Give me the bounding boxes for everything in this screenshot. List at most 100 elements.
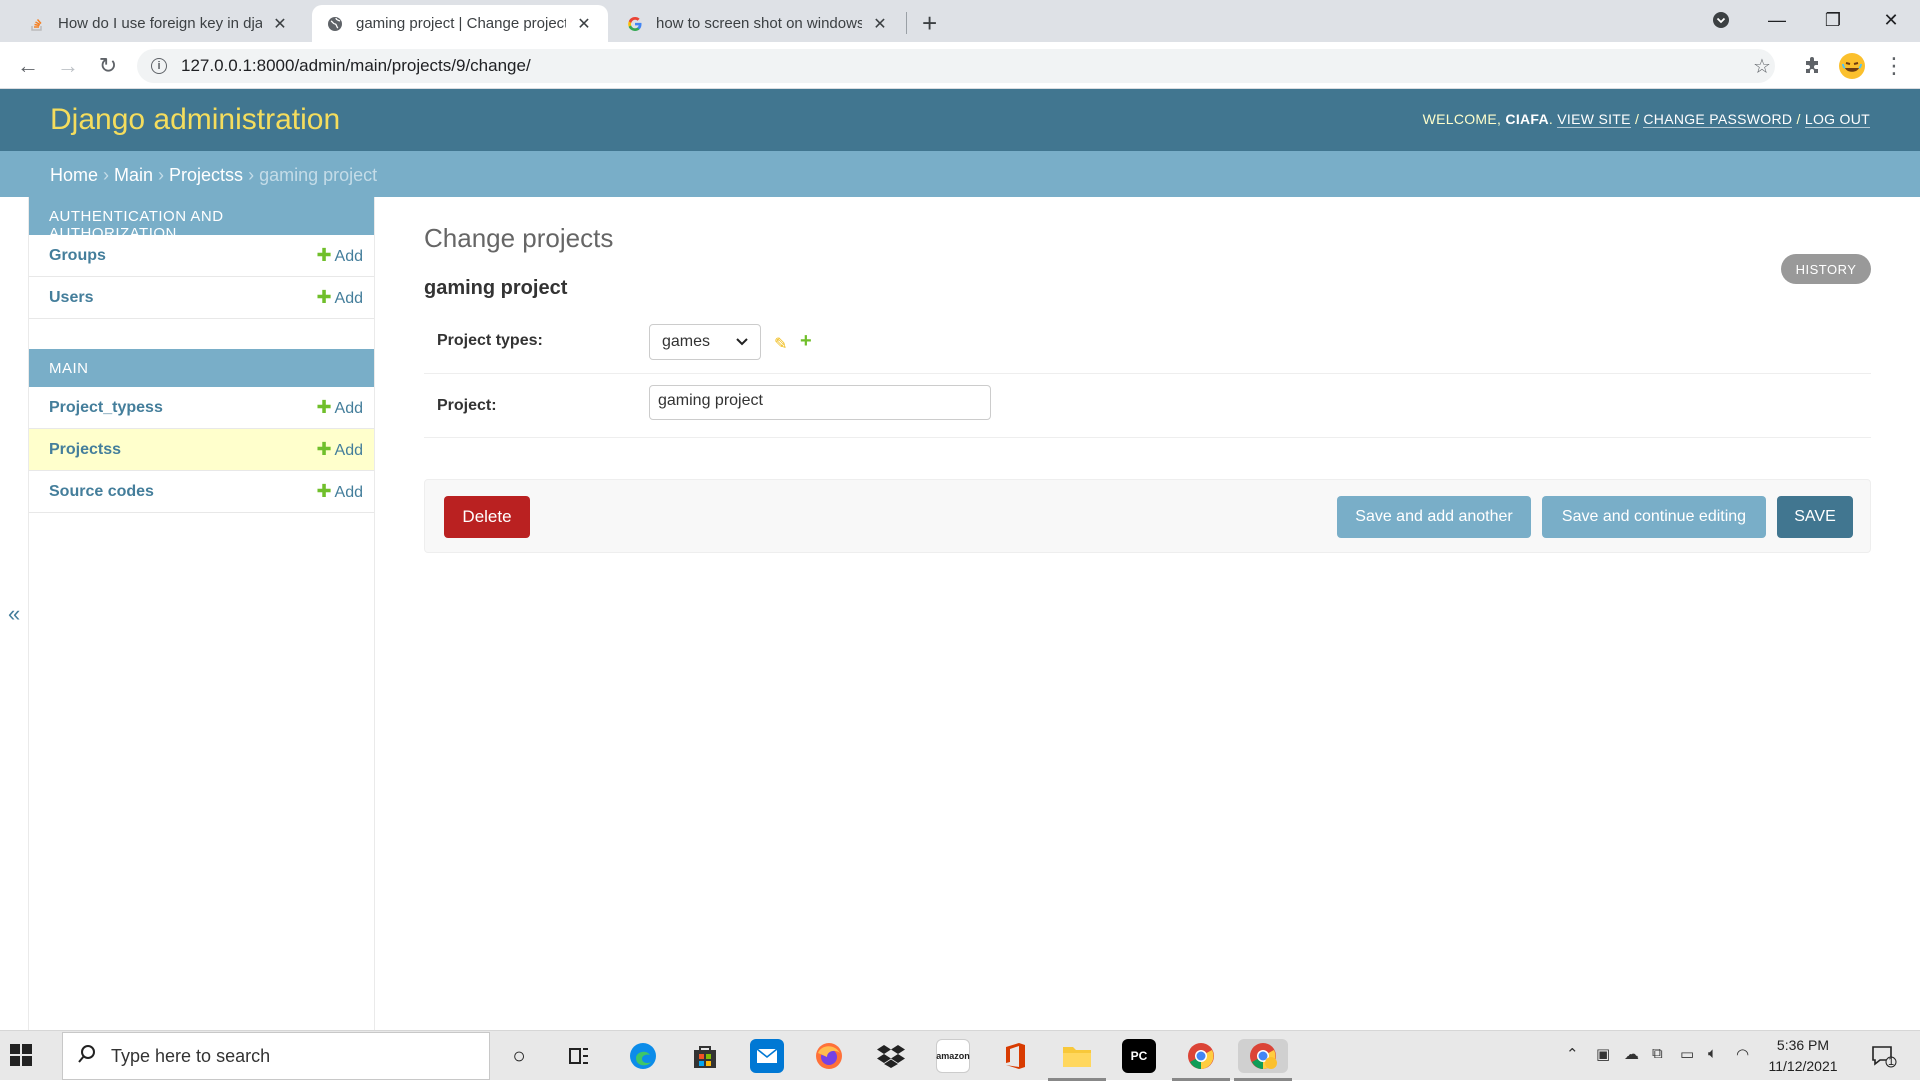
sidebar-item-label[interactable]: Projectss [49,441,121,459]
task-view-icon[interactable] [562,1039,596,1073]
close-tab-icon[interactable]: ✕ [870,14,890,34]
browser-tab[interactable]: how to screen shot on windows - ✕ [612,5,904,42]
file-explorer-icon[interactable] [1060,1039,1094,1073]
add-groups-link[interactable]: ✚ Add [316,245,363,266]
username: CIAFA [1505,111,1549,127]
close-tab-icon[interactable]: ✕ [270,14,290,34]
site-info-icon[interactable]: i [151,58,167,74]
sidebar-item-project-typess[interactable]: Project_typess ✚ Add [29,387,374,429]
chrome-profile-icon[interactable] [1238,1039,1288,1073]
meet-now-icon[interactable]: ▣ [1596,1045,1610,1063]
delete-button[interactable]: Delete [444,496,530,538]
sidebar-item-source-codes[interactable]: Source codes ✚ Add [29,471,374,513]
save-button[interactable]: SAVE [1777,496,1853,538]
clock-time: 5:36 PM [1776,1037,1830,1053]
sidebar-item-label[interactable]: Groups [49,247,106,265]
project-input[interactable]: gaming project [649,385,991,420]
chrome-icon[interactable] [1184,1039,1218,1073]
restore-icon[interactable]: ❐ [1810,0,1856,40]
new-tab-icon[interactable]: + [922,8,937,39]
add-project-typess-link[interactable]: ✚ Add [316,397,363,418]
back-icon[interactable]: ← [14,52,42,80]
welcome-text: WELCOME, [1422,111,1506,127]
plus-icon: ✚ [316,397,332,417]
show-hidden-icons[interactable]: ⌃ [1566,1045,1579,1063]
network-status-icon[interactable]: ⧉ [1652,1045,1663,1062]
sidebar-item-projectss[interactable]: Projectss ✚ Add [29,429,374,471]
store-icon[interactable] [688,1039,722,1073]
firefox-icon[interactable] [812,1039,846,1073]
sidebar-item-label[interactable]: Source codes [49,483,154,501]
sidebar-item-users[interactable]: Users ✚ Add [29,277,374,319]
save-and-add-another-button[interactable]: Save and add another [1337,496,1531,538]
office-icon[interactable] [998,1039,1032,1073]
battery-icon[interactable]: ▭ [1680,1045,1694,1063]
add-related-plus-icon[interactable]: + [800,330,812,353]
add-users-link[interactable]: ✚ Add [316,287,363,308]
add-projectss-link[interactable]: ✚ Add [316,439,363,460]
module-caption-auth[interactable]: AUTHENTICATION AND AUTHORIZATION [29,197,374,242]
nav-sidebar: AUTHENTICATION AND AUTHORIZATION Groups … [29,197,375,1030]
reload-icon[interactable]: ↻ [94,52,122,80]
module-spacer [29,319,374,349]
notifications-icon[interactable]: 1 [1864,1039,1904,1073]
object-title: gaming project [424,277,568,299]
taskbar-search-box[interactable]: Type here to search [62,1032,490,1080]
tab-search-icon[interactable] [1698,0,1744,40]
log-out-link[interactable]: LOG OUT [1804,111,1870,128]
browser-tab-active[interactable]: gaming project | Change projects ✕ [312,5,608,42]
close-window-icon[interactable]: ✕ [1868,0,1914,40]
address-bar[interactable]: i 127.0.0.1:8000/admin/main/projects/9/c… [137,49,1775,83]
selected-option: games [662,333,711,350]
globe-icon [326,15,344,33]
breadcrumb-main[interactable]: Main [114,165,153,185]
breadcrumb-home[interactable]: Home [50,165,98,185]
view-site-link[interactable]: VIEW SITE [1557,111,1631,128]
volume-icon[interactable]: 🔈︎ [1708,1045,1717,1062]
mail-icon[interactable] [750,1039,784,1073]
edge-icon[interactable] [626,1039,660,1073]
user-tools: WELCOME, CIAFA. VIEW SITE / CHANGE PASSW… [1422,111,1870,128]
browser-tab[interactable]: How do I use foreign key in djang ✕ [14,5,304,42]
wifi-icon[interactable]: ◠ [1736,1045,1749,1063]
notification-count: 1 [1888,1056,1895,1068]
cortana-icon[interactable]: ○ [502,1039,536,1073]
add-source-codes-link[interactable]: ✚ Add [316,481,363,502]
extensions-icon[interactable] [1798,52,1826,80]
history-button[interactable]: HISTORY [1781,254,1871,284]
breadcrumb-projectss[interactable]: Projectss [169,165,243,185]
sidebar-item-label[interactable]: Users [49,289,93,307]
onedrive-icon[interactable]: ☁ [1624,1045,1639,1063]
project-types-select[interactable]: games [649,324,761,360]
site-branding[interactable]: Django administration [50,103,340,137]
plus-icon: ✚ [316,439,332,459]
project-label: Project: [437,397,497,414]
profile-avatar[interactable] [1838,52,1866,80]
dropbox-icon[interactable] [874,1039,908,1073]
pycharm-icon[interactable]: PC [1122,1039,1156,1073]
collapse-sidebar-icon[interactable]: « [8,601,20,627]
windows-start-icon[interactable] [10,1044,32,1071]
sidebar-item-label[interactable]: Project_typess [49,399,163,417]
amazon-icon[interactable]: amazon [936,1039,970,1073]
bookmark-star-icon[interactable]: ☆ [1748,52,1776,80]
menu-kebab-icon[interactable]: ⋮ [1880,52,1908,80]
edit-pencil-icon[interactable]: ✎ [774,334,787,354]
breadcrumb: Home › Main › Projectss › gaming project [0,151,1920,197]
module-caption-main[interactable]: MAIN [29,349,374,387]
form-row-project: Project: gaming project [424,374,1871,438]
chevron-down-icon [736,333,748,351]
save-and-continue-button[interactable]: Save and continue editing [1542,496,1766,538]
clock-date: 11/12/2021 [1768,1058,1838,1074]
browser-toolbar: ← → ↻ i 127.0.0.1:8000/admin/main/projec… [0,42,1920,89]
close-tab-icon[interactable]: ✕ [574,14,594,34]
tab-separator [906,12,907,34]
taskbar-clock[interactable]: 5:36 PM 11/12/2021 [1760,1035,1846,1077]
search-icon [77,1044,97,1069]
forward-icon[interactable]: → [54,52,82,80]
minimize-icon[interactable]: — [1754,0,1800,40]
url-text: 127.0.0.1:8000/admin/main/projects/9/cha… [181,56,531,75]
change-password-link[interactable]: CHANGE PASSWORD [1643,111,1793,128]
plus-icon: ✚ [316,245,332,265]
nav-sidebar-toggle[interactable]: « [0,197,29,1030]
